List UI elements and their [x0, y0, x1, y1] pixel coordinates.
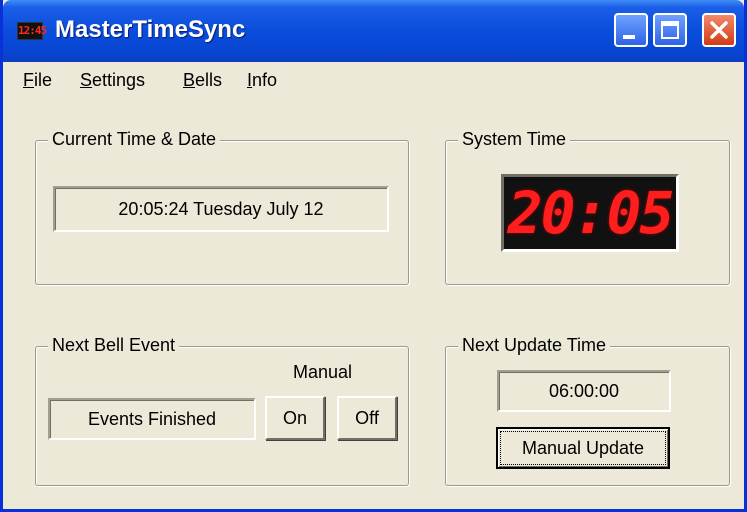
app-clock-icon: 12:45	[17, 22, 47, 40]
system-clock-display: 20:05	[501, 174, 679, 252]
current-time-group-label: Current Time & Date	[48, 129, 221, 150]
maximize-icon	[661, 21, 679, 39]
menu-bar: File Settings Bells Info	[3, 62, 744, 100]
minimize-icon	[623, 35, 635, 39]
menu-bells[interactable]: Bells	[183, 70, 222, 91]
current-time-display: 20:05:24 Tuesday July 12	[53, 186, 389, 232]
manual-on-button[interactable]: On	[265, 396, 325, 440]
menu-info[interactable]: Info	[247, 70, 277, 91]
manual-update-button[interactable]: Manual Update	[496, 427, 670, 469]
window-title: MasterTimeSync	[55, 16, 246, 43]
menu-settings[interactable]: Settings	[80, 70, 145, 91]
system-clock-digits: 20:05	[507, 179, 675, 247]
title-bar[interactable]: 12:45 MasterTimeSync	[3, 0, 744, 62]
minimize-button[interactable]	[614, 13, 648, 47]
main-window: 12:45 MasterTimeSync File Settings Bells…	[0, 0, 747, 512]
next-bell-status: Events Finished	[48, 398, 256, 440]
next-update-group-label: Next Update Time	[458, 335, 611, 356]
manual-off-button[interactable]: Off	[337, 396, 397, 440]
menu-file[interactable]: File	[23, 70, 52, 91]
maximize-button[interactable]	[653, 13, 687, 47]
next-bell-group-label: Next Bell Event	[48, 335, 180, 356]
close-button[interactable]	[702, 13, 736, 47]
close-icon	[710, 21, 728, 39]
manual-label: Manual	[293, 362, 353, 382]
next-update-display: 06:00:00	[497, 370, 671, 412]
system-time-group-label: System Time	[458, 129, 571, 150]
